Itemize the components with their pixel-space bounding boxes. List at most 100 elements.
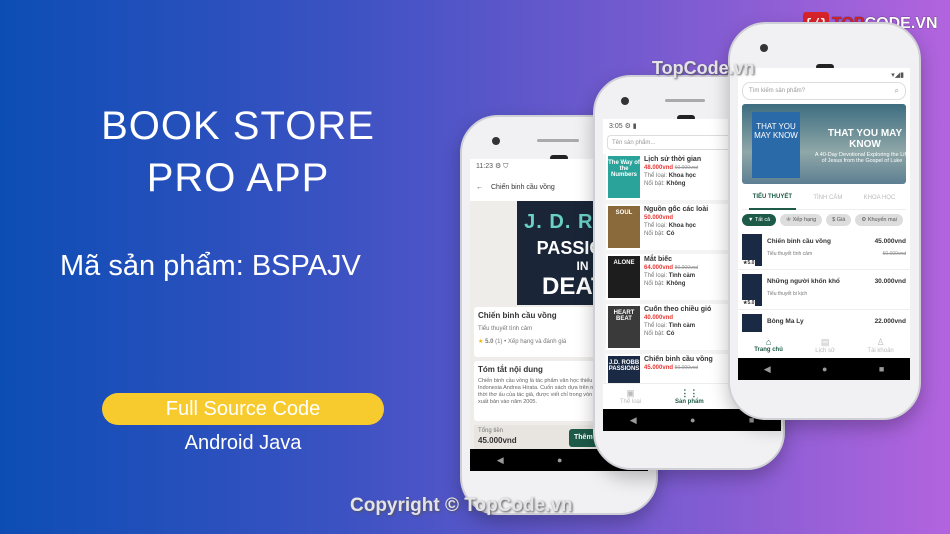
product-cover: HEART BEAT bbox=[608, 306, 640, 348]
product-name: Cuốn theo chiều gió bbox=[644, 306, 712, 313]
status-time: 11:23 bbox=[476, 163, 493, 170]
product-genre: Thể loại: Tình cảm bbox=[644, 273, 696, 279]
tab-khoa-học[interactable]: KHOA HỌC bbox=[860, 187, 900, 209]
chip-khuyến-mại[interactable]: ⚙ Khuyến mại bbox=[855, 214, 903, 226]
banner-title: THAT YOU MAY KNOW bbox=[827, 128, 903, 150]
home-icon: ⌂ bbox=[765, 337, 772, 347]
home-item-genre: Tiểu thuyết bi kịch bbox=[767, 291, 808, 297]
phone-home: ▾◢▮ Tìm kiếm sản phẩm? ⌕ THAT YOU MAY KNO… bbox=[728, 22, 921, 420]
chip-tất-cả[interactable]: ▼ Tất cả bbox=[742, 214, 777, 226]
product-genre: Thể loại: Khoa học bbox=[644, 223, 697, 229]
product-name: Mắt biếc bbox=[644, 256, 673, 263]
chip-giá[interactable]: $ Giá bbox=[826, 214, 852, 226]
promo-banner[interactable]: THAT YOU MAY KNOW THAT YOU MAY KNOW A 40… bbox=[742, 104, 906, 184]
product-info: Cuốn theo chiều gió 40.000vnd Thể loại: Tì… bbox=[644, 306, 711, 348]
product-old-price: 50.000vnd bbox=[674, 365, 699, 371]
search-icon[interactable]: ⌕ bbox=[895, 86, 899, 96]
home-item-price: 45.000vnd bbox=[874, 238, 906, 245]
chip-label: Tất cả bbox=[754, 217, 771, 223]
nav-item-trang-chủ[interactable]: ⌂ Trang chủ bbox=[754, 337, 783, 353]
chip-xếp-hạng[interactable]: ♔ Xếp hạng bbox=[780, 214, 823, 226]
watermark-copyright: Copyright © TopCode.vn bbox=[350, 495, 573, 516]
product-featured-value: Có bbox=[666, 231, 675, 237]
back-arrow-icon[interactable]: ← bbox=[476, 184, 483, 191]
product-genre: Thể loại: Khoa học bbox=[644, 173, 697, 179]
tab-tiểu-thuyết[interactable]: TIỂU THUYẾT bbox=[748, 186, 796, 210]
home-item-cover: ★5.0 bbox=[742, 234, 762, 266]
nav-back-icon[interactable]: ◀ bbox=[764, 364, 771, 375]
home-item-price: 30.000vnd bbox=[874, 278, 906, 285]
product-name: Nguồn gốc các loài bbox=[644, 206, 709, 213]
nav-back-icon[interactable]: ◀ bbox=[630, 415, 637, 426]
nav-recents-icon[interactable]: ■ bbox=[879, 364, 884, 374]
product-name: Lịch sử thời gian bbox=[644, 156, 702, 163]
product-code: Mã sản phẩm: BSPAJV bbox=[60, 250, 361, 282]
filter-chips: ▼ Tất cả ♔ Xếp hạng $ Giá ⚙ Khuyến mại bbox=[742, 214, 906, 226]
product-price-row: 40.000vnd bbox=[644, 315, 711, 321]
watermark-top: TopCode.vn bbox=[652, 58, 755, 78]
product-info: Nguồn gốc các loài 50.000vnd Thể loại: Kho… bbox=[644, 206, 708, 248]
banner-subtitle: A 40-Day Devotional Exploring the Life o… bbox=[814, 152, 906, 164]
product-price: 45.000vnd bbox=[644, 365, 674, 371]
promo-title: BOOK STORE PRO APP bbox=[0, 100, 476, 204]
product-featured-value: Không bbox=[666, 281, 686, 287]
rating-badge: ★5.0 bbox=[742, 260, 756, 266]
product-name: Chiến binh cầu vồng bbox=[644, 356, 713, 363]
history-icon: ▤ bbox=[820, 336, 830, 347]
nav-back-icon[interactable]: ◀ bbox=[497, 455, 504, 466]
camera bbox=[492, 137, 500, 145]
product-featured-value: Có bbox=[666, 331, 675, 337]
product-genre-value: Khoa học bbox=[668, 173, 697, 179]
platform-label: Android Java bbox=[184, 432, 302, 454]
status-time: 3:05 bbox=[609, 123, 623, 130]
product-cover: The Way of the Numbers bbox=[608, 156, 640, 198]
banner-book-cover: THAT YOU MAY KNOW bbox=[752, 112, 800, 178]
rating-value: 5.0 bbox=[485, 339, 494, 345]
rating-badge: ★5.0 bbox=[742, 300, 756, 306]
nav-item-sản-phẩm[interactable]: ⋮⋮ Sản phẩm bbox=[675, 388, 704, 405]
product-price-row: 45.000vnd 50.000vnd bbox=[644, 365, 713, 371]
product-cover: SOUL bbox=[608, 206, 640, 248]
full-source-badge: Full Source Code bbox=[102, 393, 384, 425]
home-search-input[interactable]: Tìm kiếm sản phẩm? ⌕ bbox=[742, 82, 906, 100]
chip-label: Khuyến mại bbox=[867, 217, 897, 223]
product-featured: Nổi bật: Không bbox=[644, 281, 686, 287]
product-featured: Nổi bật: Không bbox=[644, 181, 686, 187]
home-search-placeholder: Tìm kiếm sản phẩm? bbox=[749, 88, 806, 94]
nav-item-tài-khoản[interactable]: ♙ Tài khoản bbox=[867, 337, 893, 354]
nav-home-icon[interactable]: ● bbox=[557, 455, 562, 465]
home-list-item[interactable]: ★5.0 Những người khốn khổ Tiểu thuyết bi k… bbox=[738, 270, 910, 310]
home-item-name: Bông Ma Ly bbox=[767, 318, 804, 325]
grid-icon: ⋮⋮ bbox=[680, 388, 699, 398]
nav-home-icon[interactable]: ● bbox=[690, 415, 695, 425]
tab-tình-cảm[interactable]: TÌNH CẢM bbox=[809, 187, 846, 209]
nav-item-lịch-sử[interactable]: ▤ Lịch sử bbox=[815, 337, 835, 354]
product-genre-value: Tình cảm bbox=[668, 323, 696, 329]
home-item-prices: 45.000vnd 50.000vnd bbox=[875, 234, 906, 265]
home-item-cover: ★5.0 bbox=[742, 274, 762, 306]
speaker bbox=[665, 99, 705, 102]
product-genre-value: Tình cảm bbox=[668, 273, 696, 279]
product-price-row: 48.000vnd 60.000vnd bbox=[644, 165, 701, 171]
product-genre-value: Khoa học bbox=[668, 223, 697, 229]
speaker bbox=[537, 139, 579, 142]
product-price: 50.000vnd bbox=[644, 215, 674, 221]
rating-count: (1) bbox=[495, 339, 503, 345]
product-price: 48.000vnd bbox=[644, 165, 674, 171]
camera bbox=[621, 97, 629, 105]
home-item-name: Chiến binh cầu vồng bbox=[767, 238, 831, 245]
promo-title-line1: BOOK STORE bbox=[101, 104, 375, 148]
nav-item-thể-loại[interactable]: ▣ Thể loại bbox=[620, 388, 641, 405]
detail-header-title: Chiến binh cầu vồng bbox=[491, 183, 555, 191]
rating-link[interactable]: Xếp hạng và đánh giá bbox=[508, 339, 566, 345]
home-list-item[interactable]: ★5.0 Chiến binh cầu vồng Tiểu thuyết tình … bbox=[738, 230, 910, 270]
status-bar: ▾◢▮ bbox=[891, 72, 904, 79]
home-item-genre: Tiểu thuyết tình cảm bbox=[767, 251, 813, 257]
camera bbox=[760, 44, 768, 52]
nav-label: Tài khoản bbox=[867, 347, 894, 354]
product-cover: ALONE bbox=[608, 256, 640, 298]
filter-icon: ▼ bbox=[748, 217, 755, 223]
nav-home-icon[interactable]: ● bbox=[822, 364, 827, 374]
nav-label: Trang chủ bbox=[754, 347, 783, 353]
product-price: 40.000vnd bbox=[644, 315, 674, 321]
